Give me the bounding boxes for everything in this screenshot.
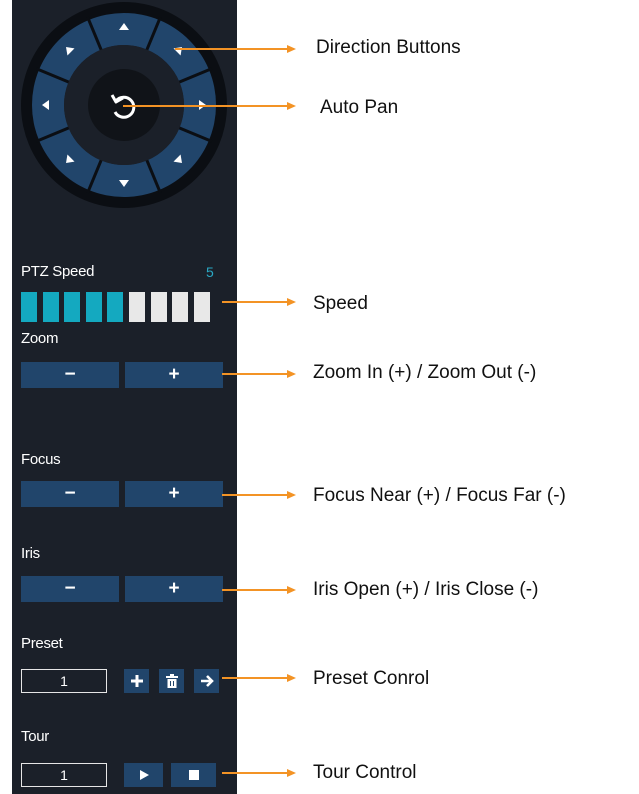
annotation-zoom: Zoom In (+) / Zoom Out (-) (313, 362, 537, 383)
annotation-tour: Tour Control (313, 762, 417, 783)
annotation-autopan: Auto Pan (320, 97, 399, 118)
annotation-iris: Iris Open (+) / Iris Close (-) (313, 579, 539, 600)
annotation-speed: Speed (313, 293, 368, 314)
annotation-focus: Focus Near (+) / Focus Far (-) (313, 485, 566, 506)
annotation-preset: Preset Conrol (313, 668, 430, 689)
annotation-direction: Direction Buttons (316, 37, 461, 58)
